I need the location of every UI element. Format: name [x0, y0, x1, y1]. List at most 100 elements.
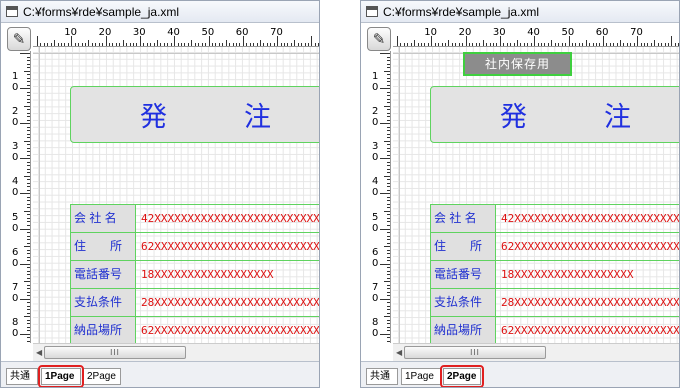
- ruler-tick: [157, 40, 159, 46]
- ruler-tick: [384, 281, 390, 283]
- field-row[interactable]: 会 社 名42XXXXXXXXXXXXXXXXXXXXXXXXXXXXXXXXX…: [70, 204, 319, 233]
- ruler-tick: [27, 126, 30, 128]
- ruler-tick: [592, 43, 594, 46]
- field-label: 納品場所: [430, 317, 496, 343]
- ruler-tick: [654, 40, 656, 46]
- field-row[interactable]: 納品場所62XXXXXXXXXXXXXXXXXXXXXXXXXXXXXXXXXX…: [430, 316, 679, 343]
- ruler-tick: [27, 165, 30, 167]
- ruler-tick: [47, 43, 49, 46]
- ruler-label: 70: [270, 27, 283, 38]
- order-title-char-2: 注: [244, 102, 271, 133]
- scroll-left-icon[interactable]: ◀: [36, 348, 42, 357]
- ruler-tick: [20, 53, 30, 54]
- horizontal-scrollbar[interactable]: ◀ III: [393, 343, 679, 361]
- customer-field-table: 会 社 名42XXXXXXXXXXXXXXXXXXXXXXXXXXXXXXXXX…: [430, 204, 679, 343]
- field-row[interactable]: 会 社 名42XXXXXXXXXXXXXXXXXXXXXXXXXXXXXXXXX…: [430, 204, 679, 233]
- ruler-tick: [27, 312, 30, 314]
- ruler-tick: [547, 43, 549, 46]
- ruler-tick: [527, 43, 529, 46]
- order-title-box[interactable]: [430, 86, 679, 143]
- field-row[interactable]: 支払条件28XXXXXXXXXXXXXXXXXXXXXXXXXXXXXXXXXX…: [70, 288, 319, 317]
- ruler-tick: [387, 207, 390, 209]
- field-value[interactable]: 42XXXXXXXXXXXXXXXXXXXXXXXXXXXXXXXXXXXX: [501, 205, 679, 232]
- field-value[interactable]: 62XXXXXXXXXXXXXXXXXXXXXXXXXXXXXXXXXXXX: [141, 233, 319, 260]
- field-value[interactable]: 28XXXXXXXXXXXXXXXXXXXXXXXXXXXXXXXXXXXX: [141, 289, 319, 316]
- ruler-tick: [384, 316, 390, 318]
- field-label: 電話番号: [430, 261, 496, 289]
- ruler-tick: [27, 221, 30, 223]
- field-row[interactable]: 納品場所62XXXXXXXXXXXXXXXXXXXXXXXXXXXXXXXXXX…: [70, 316, 319, 343]
- ruler-tick: [387, 172, 390, 174]
- ruler-tick: [91, 43, 93, 46]
- ruler-tick: [20, 263, 30, 265]
- selected-tab-highlight: [38, 365, 84, 387]
- tab-共通[interactable]: 共通: [6, 368, 38, 385]
- field-row[interactable]: 住 所62XXXXXXXXXXXXXXXXXXXXXXXXXXXXXXXXXXX…: [430, 232, 679, 261]
- field-value[interactable]: 28XXXXXXXXXXXXXXXXXXXXXXXXXXXXXXXXXXXX: [501, 289, 679, 316]
- ruler-tick: [387, 144, 390, 146]
- ruler-tick: [27, 260, 30, 262]
- ruler-tick: [27, 130, 30, 132]
- ruler-tick: [280, 43, 282, 46]
- ruler-tick: [263, 43, 265, 46]
- ruler-tick: [27, 295, 30, 297]
- ruler-tick: [387, 224, 390, 226]
- field-value[interactable]: 18XXXXXXXXXXXXXXXXXX: [141, 261, 273, 288]
- design-canvas[interactable]: 発 注 会 社 名42XXXXXXXXXXXXXXXXXXXXXXXXXXXXX…: [33, 47, 319, 343]
- ruler-tick: [387, 267, 390, 269]
- field-value[interactable]: 42XXXXXXXXXXXXXXXXXXXXXXXXXXXXXXXXXXXX: [141, 205, 319, 232]
- scroll-thumb[interactable]: III: [404, 346, 546, 359]
- ruler-tick: [530, 43, 532, 46]
- ruler-tick: [387, 200, 390, 202]
- field-value[interactable]: 62XXXXXXXXXXXXXXXXXXXXXXXXXXXXXXXXXXXX: [501, 317, 679, 343]
- ruler-tick: [387, 330, 390, 332]
- ruler-tick: [387, 291, 390, 293]
- pencil-icon[interactable]: ✎: [7, 27, 31, 51]
- ruler-tick: [523, 43, 525, 46]
- ruler-label: 0: [372, 222, 379, 234]
- scroll-left-icon[interactable]: ◀: [396, 348, 402, 357]
- ruler-tick: [599, 43, 601, 46]
- field-row[interactable]: 住 所62XXXXXXXXXXXXXXXXXXXXXXXXXXXXXXXXXXX…: [70, 232, 319, 261]
- ruler-tick: [595, 43, 597, 46]
- ruler-tick: [181, 43, 183, 46]
- ruler-tick: [633, 43, 635, 46]
- ruler-tick: [544, 43, 546, 46]
- ruler-tick: [571, 43, 573, 46]
- ruler-tick: [201, 43, 203, 46]
- ruler-label: 8: [12, 316, 19, 328]
- ruler-tick: [575, 43, 577, 46]
- ruler-label: 0: [372, 117, 379, 129]
- scroll-thumb[interactable]: III: [44, 346, 186, 359]
- internal-copy-stamp[interactable]: 社内保存用: [463, 52, 572, 76]
- ruler-tick: [24, 140, 30, 142]
- ruler-label: 0: [372, 82, 379, 94]
- ruler-tick: [253, 43, 255, 46]
- tab-2page[interactable]: 2Page: [83, 368, 121, 385]
- field-row[interactable]: 支払条件28XXXXXXXXXXXXXXXXXXXXXXXXXXXXXXXXXX…: [430, 288, 679, 317]
- horizontal-ruler: 10 20 30 40 50 60 70: [393, 25, 679, 47]
- ruler-tick: [387, 253, 390, 255]
- ruler-tick: [27, 203, 30, 205]
- ruler-label: 30: [492, 27, 506, 38]
- design-canvas[interactable]: 社内保存用 発 注 会 社 名 42XXXXXXXXXXXXXXXXXXXXXXX…: [393, 47, 679, 343]
- ruler-tick: [98, 43, 100, 46]
- ruler-tick: [304, 43, 306, 46]
- ruler-tick: [27, 305, 30, 307]
- order-title-box[interactable]: [70, 86, 319, 143]
- tab-1page[interactable]: 1Page: [401, 368, 441, 385]
- tab-共通[interactable]: 共通: [366, 368, 398, 385]
- ruler-tick: [170, 43, 172, 46]
- ruler-tick: [27, 109, 30, 111]
- pencil-icon[interactable]: ✎: [367, 27, 391, 51]
- field-value[interactable]: 62XXXXXXXXXXXXXXXXXXXXXXXXXXXXXXXXXXXX: [501, 233, 679, 260]
- ruler-tick: [115, 43, 117, 46]
- field-value[interactable]: 18XXXXXXXXXXXXXXXXXX: [501, 261, 633, 288]
- field-value[interactable]: 62XXXXXXXXXXXXXXXXXXXXXXXXXXXXXXXXXXXX: [141, 317, 319, 343]
- ruler-tick: [126, 43, 128, 46]
- ruler-tick: [387, 179, 390, 181]
- ruler-tick: [417, 43, 419, 46]
- horizontal-scrollbar[interactable]: ◀ III: [33, 343, 319, 361]
- field-row[interactable]: 電話番号 18XXXXXXXXXXXXXXXXXX: [430, 260, 679, 289]
- field-row[interactable]: 電話番号 18XXXXXXXXXXXXXXXXXX: [70, 260, 319, 289]
